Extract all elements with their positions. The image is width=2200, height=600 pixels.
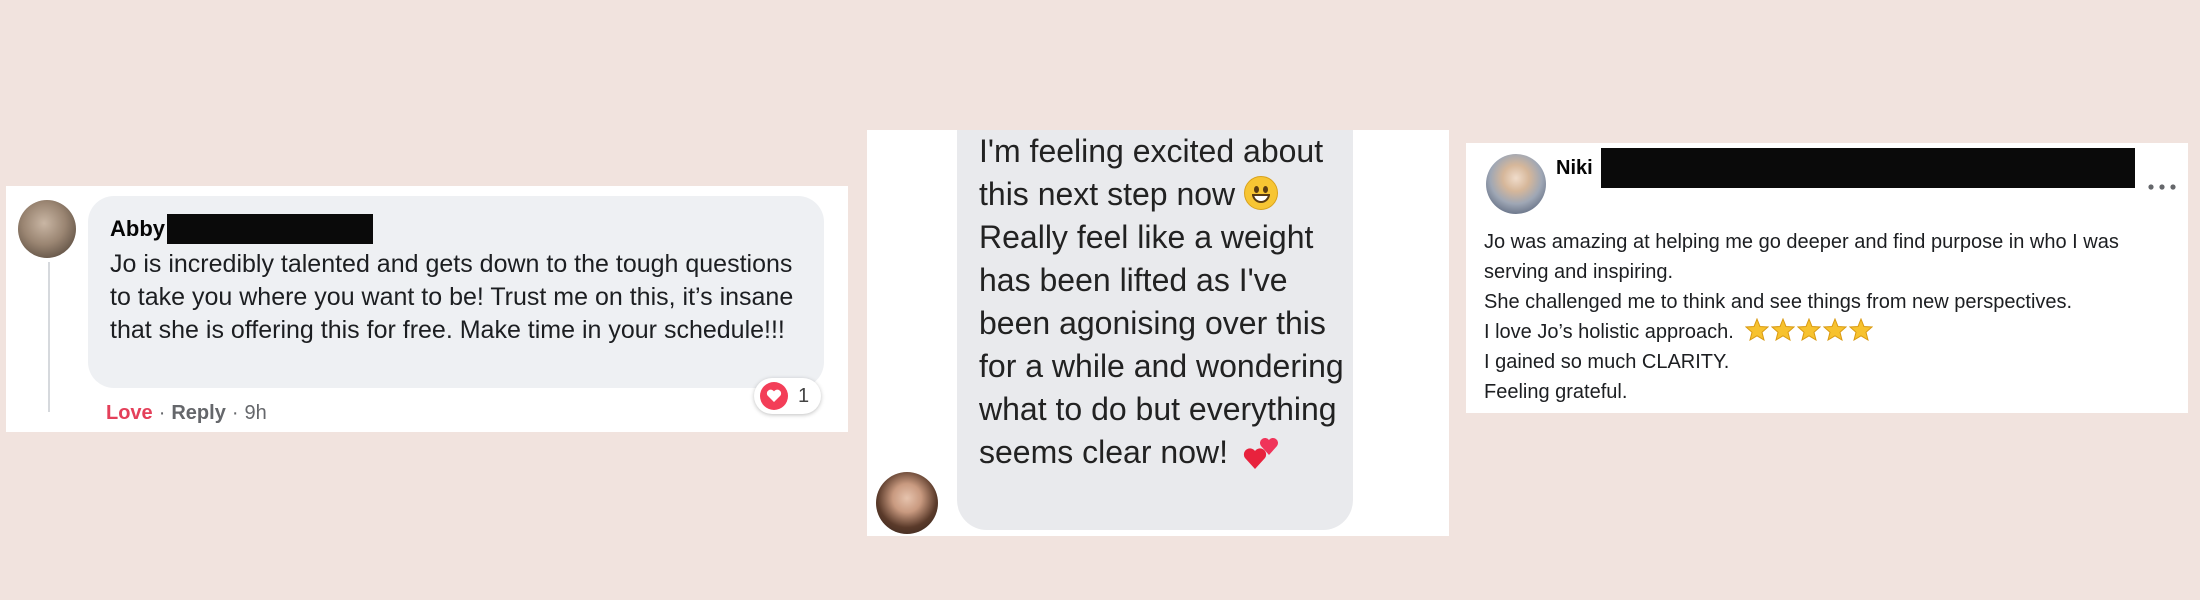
love-reaction-icon — [760, 382, 788, 410]
comment-text: Jo is incredibly talented and gets down … — [110, 250, 794, 344]
two-hearts-icon — [1242, 435, 1282, 482]
post-line: Jo was amazing at helping me go deeper a… — [1484, 231, 2119, 283]
post-line: I love Jo’s holistic approach. — [1484, 321, 1734, 343]
commenter-name[interactable]: Abby — [110, 216, 165, 242]
testimonial-card-abby: Abby Jo is incredibly talented and gets … — [6, 186, 848, 432]
message-text-part-2: Really feel like a weight has been lifte… — [979, 219, 1344, 470]
comment-bubble: Abby Jo is incredibly talented and gets … — [88, 196, 824, 388]
star-icon — [1745, 318, 1770, 341]
post-text: Jo was amazing at helping me go deeper a… — [1484, 227, 2174, 407]
redaction-bar — [167, 214, 373, 244]
avatar[interactable] — [876, 472, 938, 534]
star-icon — [1823, 318, 1848, 341]
commenter-name[interactable]: Niki — [1556, 157, 1593, 180]
separator: · — [158, 402, 166, 424]
more-options-icon[interactable] — [2148, 177, 2176, 195]
avatar[interactable] — [1486, 154, 1546, 214]
star-icon — [1771, 318, 1796, 341]
post-line-with-rating: I love Jo’s holistic approach. — [1484, 317, 2174, 347]
star-icon — [1797, 318, 1822, 341]
thread-line — [48, 262, 50, 412]
redaction-bar — [1600, 148, 2135, 188]
message-text: I'm feeling excited about this next step… — [979, 130, 1349, 482]
reaction-count: 1 — [798, 384, 810, 407]
reply-button[interactable]: Reply — [171, 402, 225, 425]
testimonial-card-niki: Niki Jo was amazing at helping me go dee… — [1466, 143, 2188, 413]
grinning-face-icon — [1244, 176, 1279, 210]
message-bubble: I'm feeling excited about this next step… — [957, 130, 1353, 530]
reaction-badge[interactable]: 1 — [754, 378, 822, 414]
post-line: I gained so much CLARITY. — [1484, 351, 1730, 373]
star-rating — [1745, 318, 1874, 341]
avatar[interactable] — [18, 200, 76, 258]
timestamp[interactable]: 9h — [245, 402, 267, 425]
post-line: She challenged me to think and see thing… — [1484, 291, 2073, 313]
separator: · — [231, 402, 239, 424]
comment-actions: Love · Reply · 9h — [106, 402, 267, 425]
star-icon — [1849, 318, 1874, 341]
post-line: Feeling grateful. — [1484, 381, 1628, 403]
testimonial-card-message: I'm feeling excited about this next step… — [867, 130, 1449, 536]
love-button[interactable]: Love — [106, 402, 153, 425]
